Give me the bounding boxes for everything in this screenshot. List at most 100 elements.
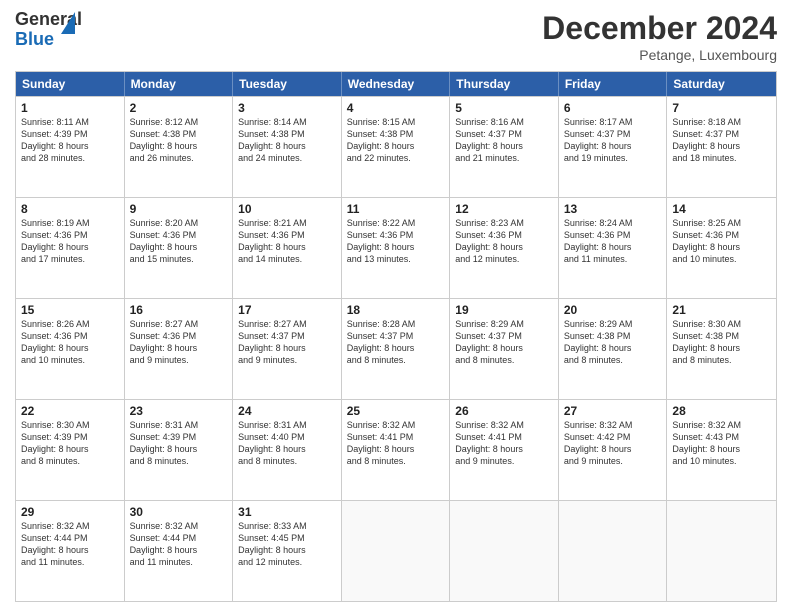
header-day-tuesday: Tuesday <box>233 72 342 96</box>
cal-cell-2-1: 16Sunrise: 8:27 AMSunset: 4:36 PMDayligh… <box>125 299 234 399</box>
cal-cell-0-2: 3Sunrise: 8:14 AMSunset: 4:38 PMDaylight… <box>233 97 342 197</box>
cal-cell-3-5: 27Sunrise: 8:32 AMSunset: 4:42 PMDayligh… <box>559 400 668 500</box>
day-number: 31 <box>238 505 336 519</box>
day-content: Sunrise: 8:29 AMSunset: 4:37 PMDaylight:… <box>455 318 553 367</box>
cal-cell-4-1: 30Sunrise: 8:32 AMSunset: 4:44 PMDayligh… <box>125 501 234 601</box>
day-number: 18 <box>347 303 445 317</box>
cal-cell-3-6: 28Sunrise: 8:32 AMSunset: 4:43 PMDayligh… <box>667 400 776 500</box>
day-content: Sunrise: 8:15 AMSunset: 4:38 PMDaylight:… <box>347 116 445 165</box>
header-day-thursday: Thursday <box>450 72 559 96</box>
cal-cell-1-2: 10Sunrise: 8:21 AMSunset: 4:36 PMDayligh… <box>233 198 342 298</box>
title-block: December 2024 Petange, Luxembourg <box>542 10 777 63</box>
logo-blue: Blue <box>15 29 54 49</box>
day-number: 22 <box>21 404 119 418</box>
day-content: Sunrise: 8:29 AMSunset: 4:38 PMDaylight:… <box>564 318 662 367</box>
cal-cell-3-3: 25Sunrise: 8:32 AMSunset: 4:41 PMDayligh… <box>342 400 451 500</box>
day-number: 7 <box>672 101 771 115</box>
day-number: 30 <box>130 505 228 519</box>
day-number: 20 <box>564 303 662 317</box>
day-content: Sunrise: 8:21 AMSunset: 4:36 PMDaylight:… <box>238 217 336 266</box>
cal-cell-4-6 <box>667 501 776 601</box>
week-row-3: 22Sunrise: 8:30 AMSunset: 4:39 PMDayligh… <box>16 399 776 500</box>
header-day-monday: Monday <box>125 72 234 96</box>
day-number: 28 <box>672 404 771 418</box>
day-number: 9 <box>130 202 228 216</box>
cal-cell-0-0: 1Sunrise: 8:11 AMSunset: 4:39 PMDaylight… <box>16 97 125 197</box>
day-number: 29 <box>21 505 119 519</box>
location: Petange, Luxembourg <box>542 47 777 63</box>
cal-cell-3-1: 23Sunrise: 8:31 AMSunset: 4:39 PMDayligh… <box>125 400 234 500</box>
logo: General Blue <box>15 10 67 52</box>
day-content: Sunrise: 8:27 AMSunset: 4:37 PMDaylight:… <box>238 318 336 367</box>
day-number: 24 <box>238 404 336 418</box>
day-number: 6 <box>564 101 662 115</box>
cal-cell-3-4: 26Sunrise: 8:32 AMSunset: 4:41 PMDayligh… <box>450 400 559 500</box>
cal-cell-0-1: 2Sunrise: 8:12 AMSunset: 4:38 PMDaylight… <box>125 97 234 197</box>
cal-cell-1-3: 11Sunrise: 8:22 AMSunset: 4:36 PMDayligh… <box>342 198 451 298</box>
cal-cell-0-5: 6Sunrise: 8:17 AMSunset: 4:37 PMDaylight… <box>559 97 668 197</box>
day-content: Sunrise: 8:22 AMSunset: 4:36 PMDaylight:… <box>347 217 445 266</box>
day-number: 3 <box>238 101 336 115</box>
calendar-header: SundayMondayTuesdayWednesdayThursdayFrid… <box>16 72 776 96</box>
day-number: 15 <box>21 303 119 317</box>
day-content: Sunrise: 8:28 AMSunset: 4:37 PMDaylight:… <box>347 318 445 367</box>
day-number: 4 <box>347 101 445 115</box>
cal-cell-2-4: 19Sunrise: 8:29 AMSunset: 4:37 PMDayligh… <box>450 299 559 399</box>
day-content: Sunrise: 8:11 AMSunset: 4:39 PMDaylight:… <box>21 116 119 165</box>
cal-cell-2-2: 17Sunrise: 8:27 AMSunset: 4:37 PMDayligh… <box>233 299 342 399</box>
week-row-4: 29 Sunrise: 8:32 AMSunset: 4:44 PMDayligh… <box>16 500 776 601</box>
day-number: 11 <box>347 202 445 216</box>
calendar-body: 1Sunrise: 8:11 AMSunset: 4:39 PMDaylight… <box>16 96 776 601</box>
day-number: 2 <box>130 101 228 115</box>
day-number: 10 <box>238 202 336 216</box>
cal-cell-1-4: 12Sunrise: 8:23 AMSunset: 4:36 PMDayligh… <box>450 198 559 298</box>
cal-cell-4-2: 31Sunrise: 8:33 AMSunset: 4:45 PMDayligh… <box>233 501 342 601</box>
day-number: 21 <box>672 303 771 317</box>
day-content: Sunrise: 8:25 AMSunset: 4:36 PMDaylight:… <box>672 217 771 266</box>
cal-cell-2-3: 18Sunrise: 8:28 AMSunset: 4:37 PMDayligh… <box>342 299 451 399</box>
day-content: Sunrise: 8:31 AMSunset: 4:40 PMDaylight:… <box>238 419 336 468</box>
day-number: 27 <box>564 404 662 418</box>
day-content: Sunrise: 8:27 AMSunset: 4:36 PMDaylight:… <box>130 318 228 367</box>
cal-cell-0-4: 5Sunrise: 8:16 AMSunset: 4:37 PMDaylight… <box>450 97 559 197</box>
day-number: 23 <box>130 404 228 418</box>
cal-cell-1-0: 8Sunrise: 8:19 AMSunset: 4:36 PMDaylight… <box>16 198 125 298</box>
day-number: 26 <box>455 404 553 418</box>
cal-cell-3-2: 24Sunrise: 8:31 AMSunset: 4:40 PMDayligh… <box>233 400 342 500</box>
day-number: 13 <box>564 202 662 216</box>
day-content: Sunrise: 8:14 AMSunset: 4:38 PMDaylight:… <box>238 116 336 165</box>
day-content: Sunrise: 8:18 AMSunset: 4:37 PMDaylight:… <box>672 116 771 165</box>
day-number: 1 <box>21 101 119 115</box>
day-content: Sunrise: 8:32 AMSunset: 4:41 PMDaylight:… <box>455 419 553 468</box>
day-content: Sunrise: 8:24 AMSunset: 4:36 PMDaylight:… <box>564 217 662 266</box>
cal-cell-4-0: 29Sunrise: 8:32 AMSunset: 4:44 PMDayligh… <box>16 501 125 601</box>
cal-cell-0-3: 4Sunrise: 8:15 AMSunset: 4:38 PMDaylight… <box>342 97 451 197</box>
day-content: Sunrise: 8:31 AMSunset: 4:39 PMDaylight:… <box>130 419 228 468</box>
day-content: Sunrise: 8:32 AMSunset: 4:43 PMDaylight:… <box>672 419 771 468</box>
header-day-saturday: Saturday <box>667 72 776 96</box>
week-row-2: 15Sunrise: 8:26 AMSunset: 4:36 PMDayligh… <box>16 298 776 399</box>
day-content: Sunrise: 8:23 AMSunset: 4:36 PMDaylight:… <box>455 217 553 266</box>
header-day-wednesday: Wednesday <box>342 72 451 96</box>
week-row-1: 8Sunrise: 8:19 AMSunset: 4:36 PMDaylight… <box>16 197 776 298</box>
day-number: 14 <box>672 202 771 216</box>
day-content: Sunrise: 8:30 AMSunset: 4:39 PMDaylight:… <box>21 419 119 468</box>
header-day-sunday: Sunday <box>16 72 125 96</box>
cal-cell-4-3 <box>342 501 451 601</box>
day-number: 17 <box>238 303 336 317</box>
day-content: Sunrise: 8:32 AMSunset: 4:42 PMDaylight:… <box>564 419 662 468</box>
cal-cell-0-6: 7Sunrise: 8:18 AMSunset: 4:37 PMDaylight… <box>667 97 776 197</box>
calendar: SundayMondayTuesdayWednesdayThursdayFrid… <box>15 71 777 602</box>
cal-cell-2-0: 15Sunrise: 8:26 AMSunset: 4:36 PMDayligh… <box>16 299 125 399</box>
day-content: Sunrise: 8:30 AMSunset: 4:38 PMDaylight:… <box>672 318 771 367</box>
cal-cell-2-5: 20Sunrise: 8:29 AMSunset: 4:38 PMDayligh… <box>559 299 668 399</box>
cal-cell-1-5: 13Sunrise: 8:24 AMSunset: 4:36 PMDayligh… <box>559 198 668 298</box>
day-number: 19 <box>455 303 553 317</box>
day-content: Sunrise: 8:32 AMSunset: 4:44 PMDaylight:… <box>130 520 228 569</box>
day-content: Sunrise: 8:19 AMSunset: 4:36 PMDaylight:… <box>21 217 119 266</box>
day-content: Sunrise: 8:33 AMSunset: 4:45 PMDaylight:… <box>238 520 336 569</box>
day-number: 8 <box>21 202 119 216</box>
cal-cell-4-5 <box>559 501 668 601</box>
day-number: 5 <box>455 101 553 115</box>
day-number: 12 <box>455 202 553 216</box>
